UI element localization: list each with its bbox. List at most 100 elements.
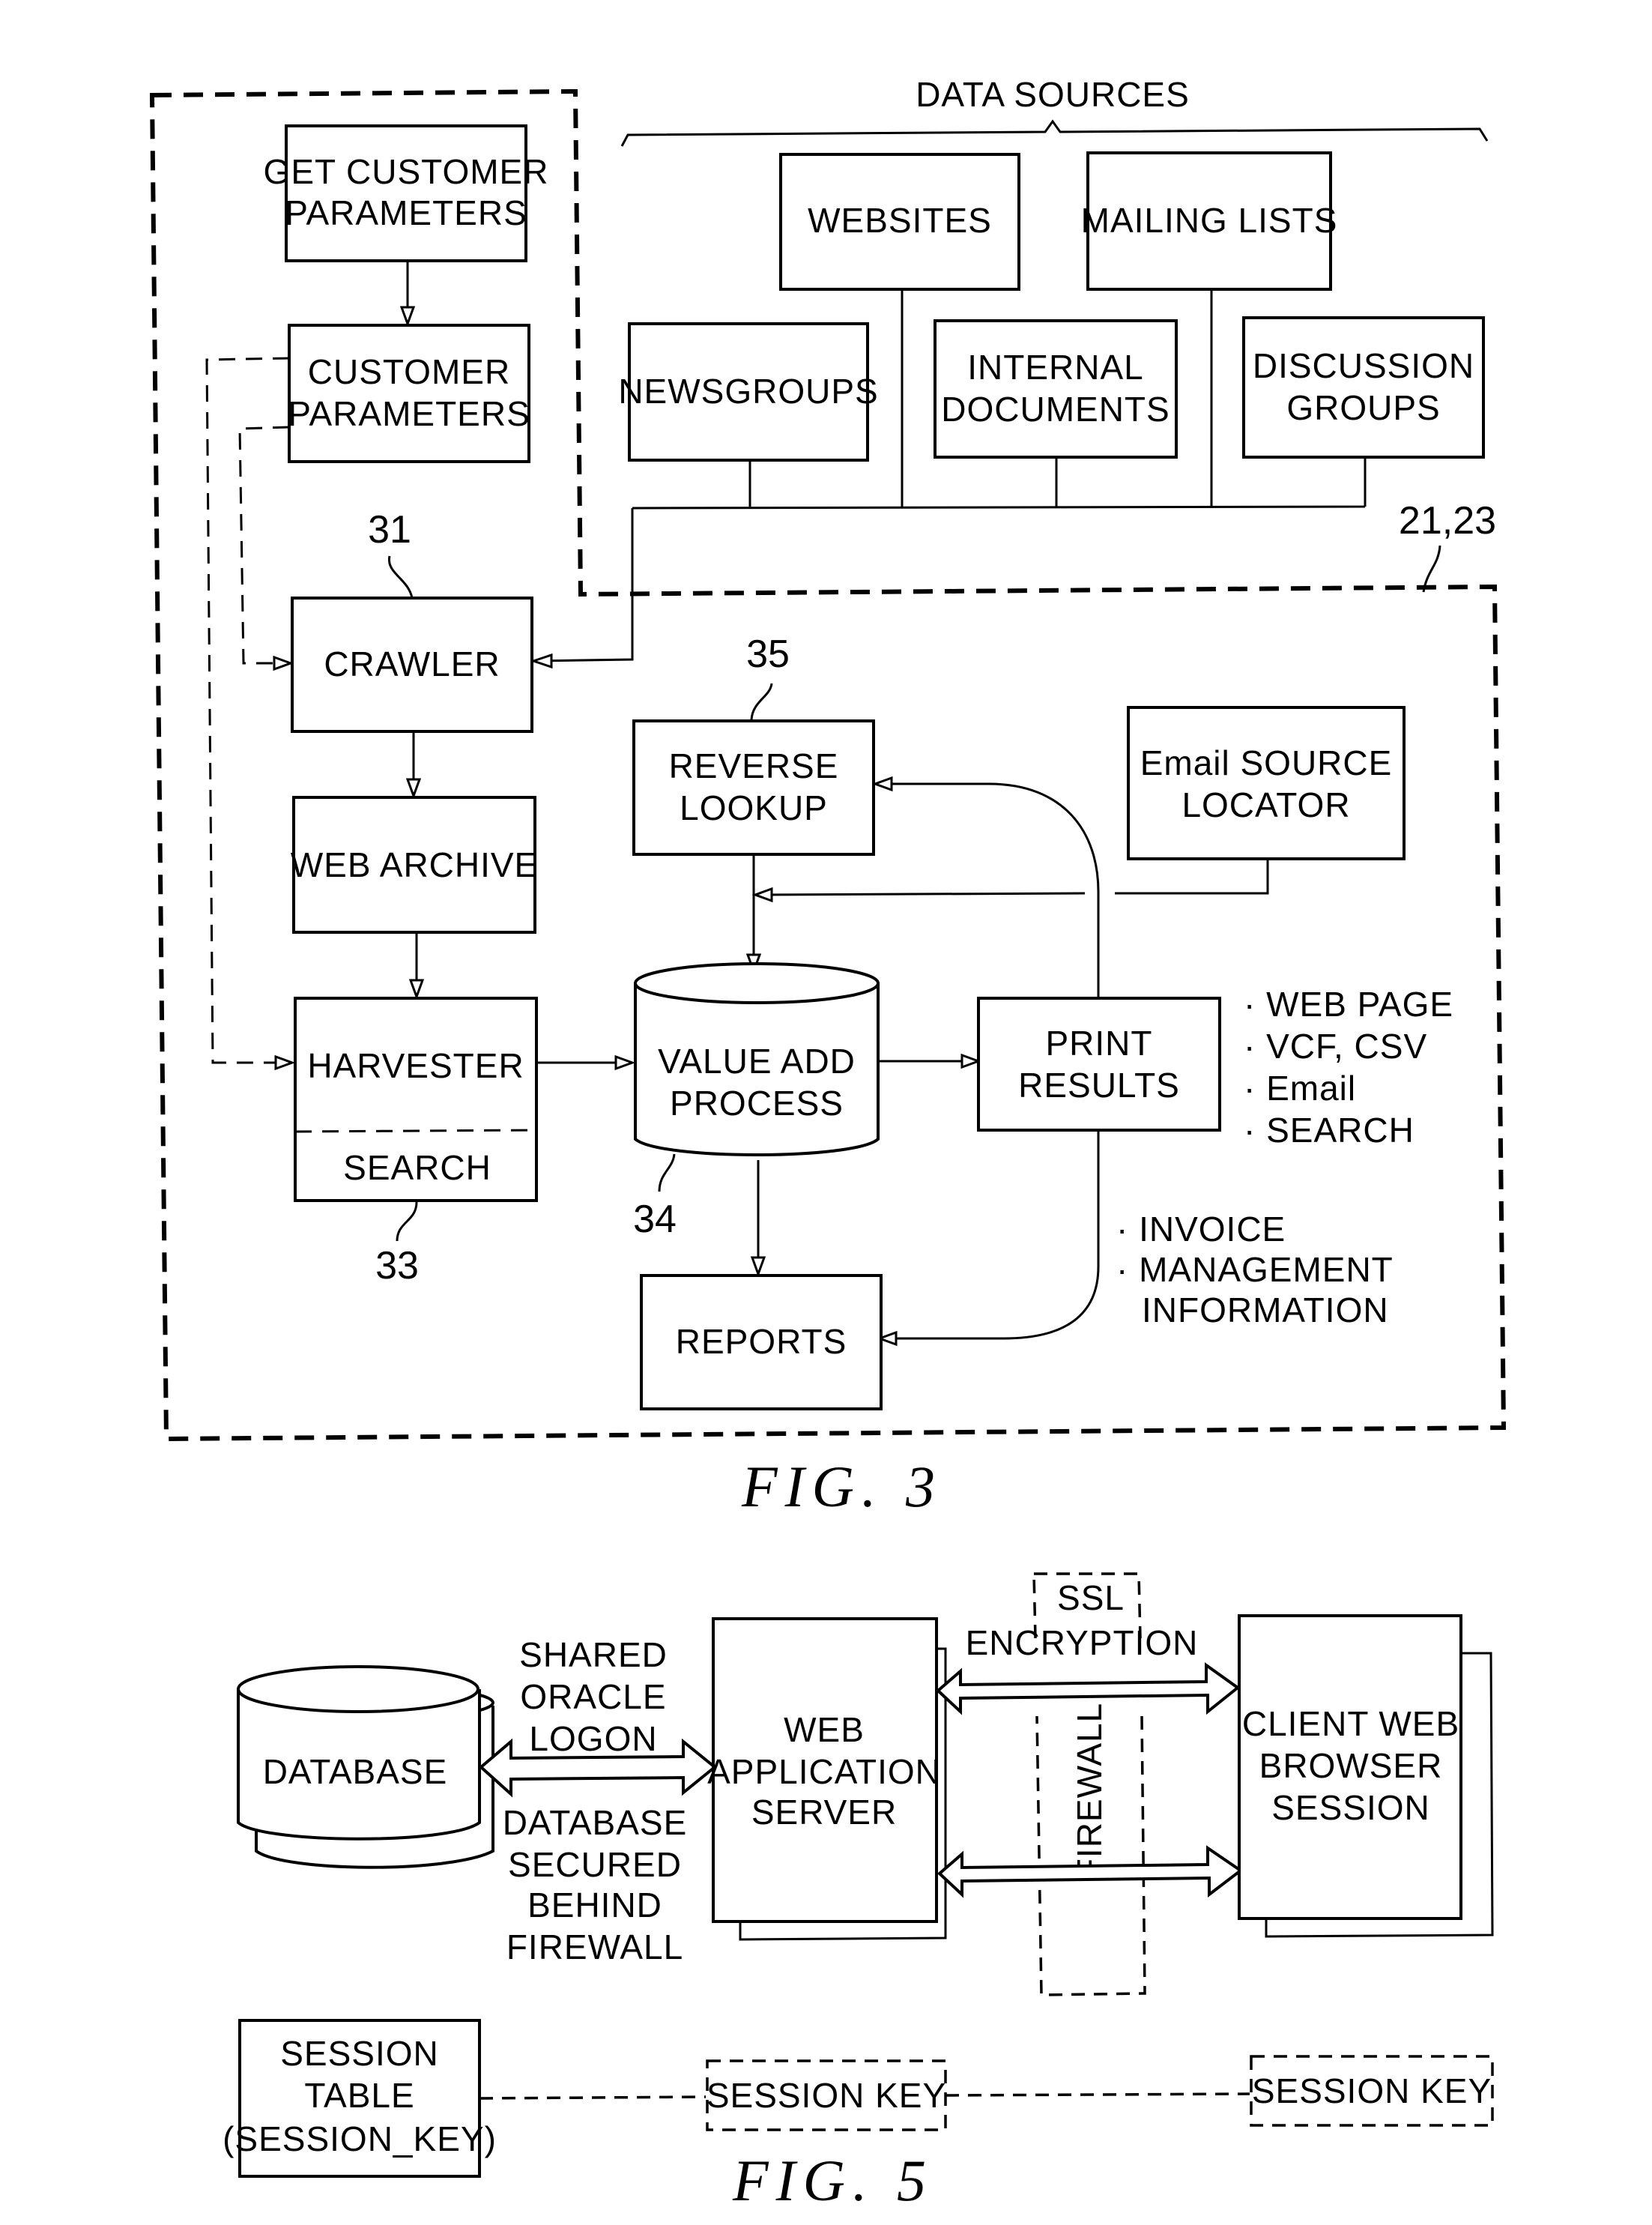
svg-text:Email SOURCE: Email SOURCE: [1140, 743, 1393, 782]
ssl-label: SSL: [1057, 1578, 1125, 1617]
svg-text:VALUE ADD: VALUE ADD: [658, 1042, 856, 1081]
data-sources-brace: [620, 119, 1489, 147]
ref-21-23: 21,23: [1399, 499, 1496, 543]
reverse-lookup-box: REVERSE LOOKUP: [632, 719, 875, 856]
svg-text:REPORTS: REPORTS: [676, 1322, 847, 1361]
session-link: [479, 2095, 707, 2100]
web-application-server-box: WEB APPLICATION SERVER: [707, 1617, 947, 1941]
svg-text:SERVER: SERVER: [751, 1793, 897, 1832]
fig5-diagram: DATABASE SHARED ORACLE LOGON DATABASE SE…: [223, 1572, 1494, 2213]
svg-text:TABLE: TABLE: [304, 2076, 414, 2115]
svg-text:ORACLE: ORACLE: [520, 1677, 666, 1716]
firewall-label: FIREWALL: [1070, 1703, 1109, 1880]
fig5-caption: FIG. 5: [732, 2148, 934, 2213]
svg-text:PARAMETERS: PARAMETERS: [285, 193, 527, 232]
source-websites: WEBSITES: [779, 153, 1020, 291]
email-source-locator-box: Email SOURCE LOCATOR: [1127, 706, 1406, 860]
svg-text:· INVOICE: · INVOICE: [1116, 1210, 1286, 1249]
svg-text:CLIENT WEB: CLIENT WEB: [1242, 1704, 1459, 1743]
data-sources-label: DATA SOURCES: [916, 75, 1190, 114]
svg-text:SHARED: SHARED: [519, 1635, 668, 1674]
fig3-caption: FIG. 3: [741, 1454, 943, 1519]
svg-text:· MANAGEMENT: · MANAGEMENT: [1116, 1250, 1394, 1289]
svg-text:FIREWALL: FIREWALL: [506, 1927, 683, 1966]
email-locator-to-value-add: [756, 859, 1269, 896]
arrowhead: [871, 776, 893, 792]
svg-text:PARAMETERS: PARAMETERS: [288, 394, 530, 433]
svg-text:(SESSION_KEY): (SESSION_KEY): [223, 2119, 497, 2158]
svg-text:INFORMATION: INFORMATION: [1142, 1290, 1389, 1329]
reports-box: REPORTS: [640, 1274, 883, 1410]
arrowhead: [405, 778, 422, 800]
harvester-box: HARVESTER SEARCH: [294, 997, 538, 1202]
svg-text:HARVESTER: HARVESTER: [307, 1046, 524, 1085]
patent-drawing-sheet: DATA SOURCES WEBSITES MAILING LISTS NEWS…: [149, 75, 1507, 2213]
arrowhead: [274, 1054, 296, 1071]
arrowhead: [408, 979, 425, 1000]
arrowhead: [614, 1054, 636, 1071]
arrowhead: [750, 1256, 766, 1278]
svg-text:SESSION KEY: SESSION KEY: [707, 2076, 946, 2115]
svg-text:LOOKUP: LOOKUP: [680, 788, 828, 827]
svg-text:· SEARCH: · SEARCH: [1244, 1111, 1415, 1150]
svg-text:DATABASE: DATABASE: [263, 1752, 448, 1791]
svg-text:CUSTOMER: CUSTOMER: [308, 352, 510, 391]
svg-text:· WEB PAGE: · WEB PAGE: [1244, 985, 1453, 1024]
svg-text:· Email: · Email: [1244, 1069, 1356, 1108]
ref-33-leader: [396, 1201, 418, 1242]
fig3-diagram: DATA SOURCES WEBSITES MAILING LISTS NEWS…: [149, 75, 1507, 1519]
svg-text:NEWSGROUPS: NEWSGROUPS: [618, 372, 878, 411]
arrowhead: [960, 1053, 982, 1069]
svg-text:LOGON: LOGON: [529, 1719, 657, 1758]
svg-text:GROUPS: GROUPS: [1286, 388, 1440, 427]
svg-text:LOCATOR: LOCATOR: [1181, 785, 1350, 824]
crawler-box: CRAWLER: [291, 597, 533, 733]
svg-text:SESSION: SESSION: [280, 2034, 439, 2073]
params-to-harvester-link: [205, 357, 290, 1064]
source-mailing-lists: MAILING LISTS: [1081, 151, 1338, 291]
harvester-search-label: SEARCH: [343, 1148, 491, 1187]
source-newsgroups: NEWSGROUPS: [618, 322, 878, 462]
arrowhead: [530, 653, 553, 669]
svg-text:REVERSE: REVERSE: [669, 746, 839, 785]
print-results-box: PRINT RESULTS: [977, 997, 1221, 1132]
svg-text:GET CUSTOMER: GET CUSTOMER: [264, 152, 549, 191]
session-key-box-2: SESSION KEY: [1250, 2055, 1494, 2127]
svg-text:SESSION: SESSION: [1271, 1788, 1430, 1827]
arrowhead: [751, 887, 773, 903]
session-link: [945, 2092, 1250, 2097]
print-to-reverse-lookup: [884, 782, 1100, 998]
ref-35-leader: [750, 683, 773, 720]
session-key-box-1: SESSION KEY: [706, 2059, 947, 2131]
svg-text:PROCESS: PROCESS: [670, 1084, 844, 1123]
print-to-reports: [889, 1130, 1100, 1340]
value-add-process-cylinder: VALUE ADD PROCESS: [634, 962, 880, 1156]
ref-33: 33: [375, 1244, 419, 1287]
source-internal-documents: INTERNAL DOCUMENTS: [934, 319, 1178, 459]
svg-text:BEHIND: BEHIND: [527, 1886, 662, 1924]
session-table-box: SESSION TABLE (SESSION_KEY): [223, 2019, 497, 2178]
svg-text:APPLICATION: APPLICATION: [707, 1752, 941, 1791]
customer-parameters-box: CUSTOMER PARAMETERS: [288, 324, 530, 463]
svg-text:BROWSER: BROWSER: [1259, 1746, 1443, 1785]
params-to-crawler-link: [238, 426, 290, 665]
ref-31: 31: [368, 508, 411, 552]
database-cylinder: DATABASE: [237, 1665, 494, 1869]
ref-34: 34: [633, 1198, 677, 1241]
svg-text:DISCUSSION: DISCUSSION: [1253, 346, 1474, 385]
ref-35: 35: [746, 633, 790, 676]
svg-text:RESULTS: RESULTS: [1018, 1066, 1180, 1105]
web-archive-box: WEB ARCHIVE: [291, 796, 537, 934]
arrowhead: [399, 306, 416, 327]
svg-text:WEB: WEB: [784, 1710, 865, 1749]
ref-31-leader: [388, 555, 414, 599]
svg-text:CRAWLER: CRAWLER: [324, 644, 500, 683]
svg-text:SESSION KEY: SESSION KEY: [1252, 2071, 1492, 2110]
report-items-list: · INVOICE · MANAGEMENT INFORMATION: [1116, 1210, 1394, 1329]
output-formats-list: · WEB PAGE · VCF, CSV · Email · SEARCH: [1244, 985, 1453, 1150]
database-secured-label: DATABASE SECURED BEHIND FIREWALL: [503, 1803, 687, 1966]
encryption-label: ENCRYPTION: [966, 1623, 1199, 1662]
svg-text:MAILING LISTS: MAILING LISTS: [1081, 201, 1338, 240]
svg-text:PRINT: PRINT: [1046, 1024, 1153, 1063]
svg-text:SECURED: SECURED: [508, 1845, 682, 1884]
